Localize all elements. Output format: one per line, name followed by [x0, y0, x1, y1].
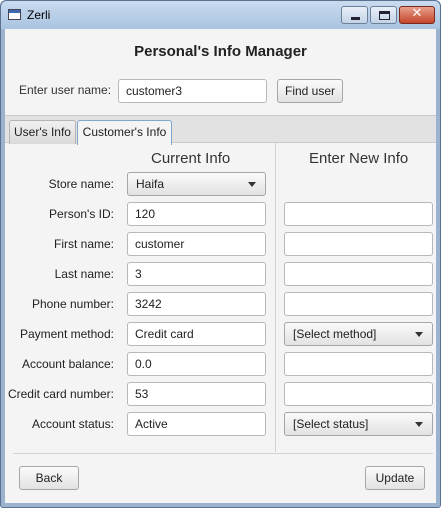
- minimize-button[interactable]: [341, 6, 368, 24]
- person-id-label: Person's ID:: [49, 207, 114, 221]
- tab-users-info[interactable]: User's Info: [9, 120, 76, 144]
- update-button[interactable]: Update: [365, 466, 425, 490]
- payment-method-select[interactable]: [Select method]: [284, 322, 433, 346]
- new-credit-card-number-field[interactable]: [284, 382, 433, 406]
- current-info-heading: Current Info: [151, 150, 231, 167]
- last-name-label: Last name:: [54, 267, 114, 281]
- payment-method-label: Payment method:: [19, 327, 114, 341]
- chevron-down-icon: [415, 332, 423, 337]
- current-payment-method-field[interactable]: Credit card: [127, 322, 266, 346]
- new-phone-number-field[interactable]: [284, 292, 433, 316]
- new-info-heading: Enter New Info: [309, 150, 409, 167]
- new-last-name-field[interactable]: [284, 262, 433, 286]
- account-balance-label: Account balance:: [21, 357, 114, 371]
- find-user-button[interactable]: Find user: [277, 79, 343, 103]
- window-title: Zerli: [27, 8, 51, 22]
- title-bar[interactable]: Zerli ✕: [1, 1, 440, 29]
- current-person-id-field[interactable]: 120: [127, 202, 266, 226]
- close-icon: ✕: [411, 6, 423, 21]
- account-status-select-value: [Select status]: [293, 417, 369, 431]
- phone-number-label: Phone number:: [31, 297, 114, 311]
- chevron-down-icon: [415, 422, 423, 427]
- first-name-label: First name:: [53, 237, 114, 251]
- current-account-status-field[interactable]: Active: [127, 412, 266, 436]
- payment-method-select-value: [Select method]: [293, 327, 377, 341]
- store-name-value: Haifa: [136, 177, 165, 191]
- maximize-icon: [379, 11, 390, 20]
- close-button[interactable]: ✕: [399, 6, 435, 24]
- window-content: Personal's Info Manager Enter user name:…: [5, 29, 436, 503]
- current-credit-card-number-field[interactable]: 53: [127, 382, 266, 406]
- store-name-select[interactable]: Haifa: [127, 172, 266, 196]
- new-first-name-field[interactable]: [284, 232, 433, 256]
- maximize-button[interactable]: [370, 6, 397, 24]
- account-status-label: Account status:: [31, 417, 114, 431]
- user-name-input[interactable]: customer3: [118, 79, 267, 103]
- column-divider: [275, 143, 276, 452]
- current-last-name-field[interactable]: 3: [127, 262, 266, 286]
- app-window: Zerli ✕ Personal's Info Manager Enter us…: [0, 0, 441, 508]
- footer-divider: [13, 453, 433, 454]
- tab-customers-info[interactable]: Customer's Info: [77, 120, 172, 145]
- credit-card-number-label: Credit card number:: [7, 387, 114, 401]
- app-icon: [8, 9, 21, 20]
- current-first-name-field[interactable]: customer: [127, 232, 266, 256]
- back-button[interactable]: Back: [19, 466, 79, 490]
- chevron-down-icon: [248, 182, 256, 187]
- account-status-select[interactable]: [Select status]: [284, 412, 433, 436]
- user-name-label: Enter user name:: [19, 83, 112, 97]
- new-person-id-field[interactable]: [284, 202, 433, 226]
- page-title: Personal's Info Manager: [134, 43, 307, 60]
- minimize-icon: [351, 17, 360, 20]
- store-name-label: Store name:: [48, 177, 114, 191]
- current-account-balance-field[interactable]: 0.0: [127, 352, 266, 376]
- current-phone-number-field[interactable]: 3242: [127, 292, 266, 316]
- tab-strip: User's Info Customer's Info: [5, 115, 436, 145]
- new-account-balance-field[interactable]: [284, 352, 433, 376]
